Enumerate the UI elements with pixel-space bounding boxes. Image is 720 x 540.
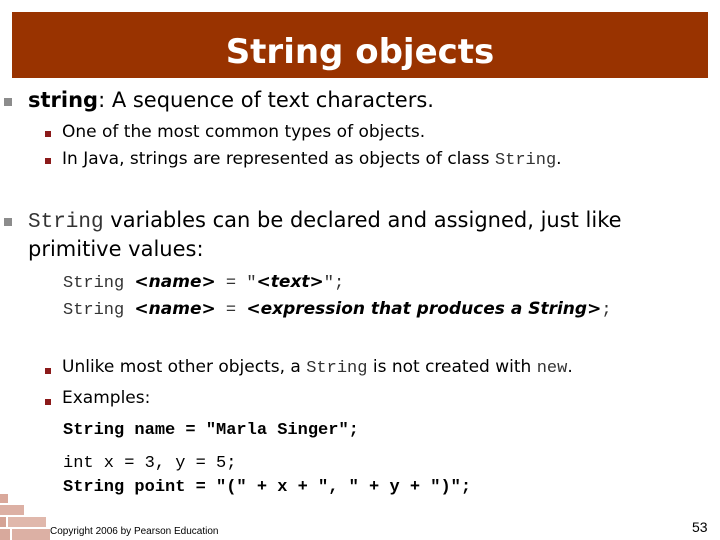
syntax-name: <name> (134, 272, 216, 292)
slide-title: String objects (225, 32, 495, 72)
sub-bullet-icon (45, 158, 51, 164)
bullet-text-line2: primitive values: (28, 237, 204, 261)
code-string: String (494, 151, 557, 170)
syntax-line-literal: String <name> = "<text>"; (63, 272, 344, 293)
sub-bullet-java-strings: In Java, strings are represented as obje… (62, 149, 562, 170)
sub-bullet-text: is not created with (367, 357, 537, 377)
sub-bullet-not-new: Unlike most other objects, a String is n… (62, 357, 573, 378)
syntax-equals: = " (215, 274, 257, 293)
code-example-int: int x = 3, y = 5; (63, 454, 237, 473)
bullet-string-definition: string: A sequence of text characters. (28, 88, 434, 112)
code-new: new (536, 359, 568, 378)
period: . (556, 149, 562, 169)
term-string: string (28, 88, 99, 112)
definition-text: : A sequence of text characters. (98, 88, 434, 112)
sub-bullet-text: In Java, strings are represented as obje… (62, 149, 495, 169)
code-string: String (306, 359, 368, 378)
sub-bullet-icon (45, 399, 51, 405)
copyright-footer: Copyright 2006 by Pearson Education (50, 526, 219, 537)
bullet-icon (4, 98, 12, 106)
bullet-text-line1: variables can be declared and assigned, … (103, 208, 622, 232)
bullet-string-variables: String variables can be declared and ass… (28, 208, 622, 234)
sub-bullet-examples: Examples: (62, 388, 151, 408)
bullet-icon (4, 218, 12, 226)
syntax-equals: = (215, 301, 247, 320)
code-example-point: String point = "(" + x + ", " + y + ")"; (63, 478, 472, 497)
syntax-name: <name> (134, 299, 216, 319)
sub-bullet-common-types: One of the most common types of objects. (62, 122, 426, 142)
sub-bullet-text: Unlike most other objects, a (62, 357, 307, 377)
syntax-value: <expression that produces a String> (246, 299, 602, 319)
sub-bullet-icon (45, 368, 51, 374)
brick-decoration-icon (0, 494, 50, 540)
syntax-line-expression: String <name> = <expression that produce… (63, 299, 612, 320)
title-bar: String objects (12, 12, 708, 78)
period: . (567, 357, 573, 377)
code-example-name: String name = "Marla Singer"; (63, 421, 359, 440)
syntax-keyword: String (63, 274, 135, 293)
page-number: 53 (692, 519, 708, 535)
code-string: String (28, 211, 104, 234)
syntax-keyword: String (63, 301, 135, 320)
syntax-end: "; (323, 274, 345, 293)
sub-bullet-icon (45, 131, 51, 137)
syntax-value: <text> (256, 272, 324, 292)
syntax-end: ; (601, 301, 612, 320)
